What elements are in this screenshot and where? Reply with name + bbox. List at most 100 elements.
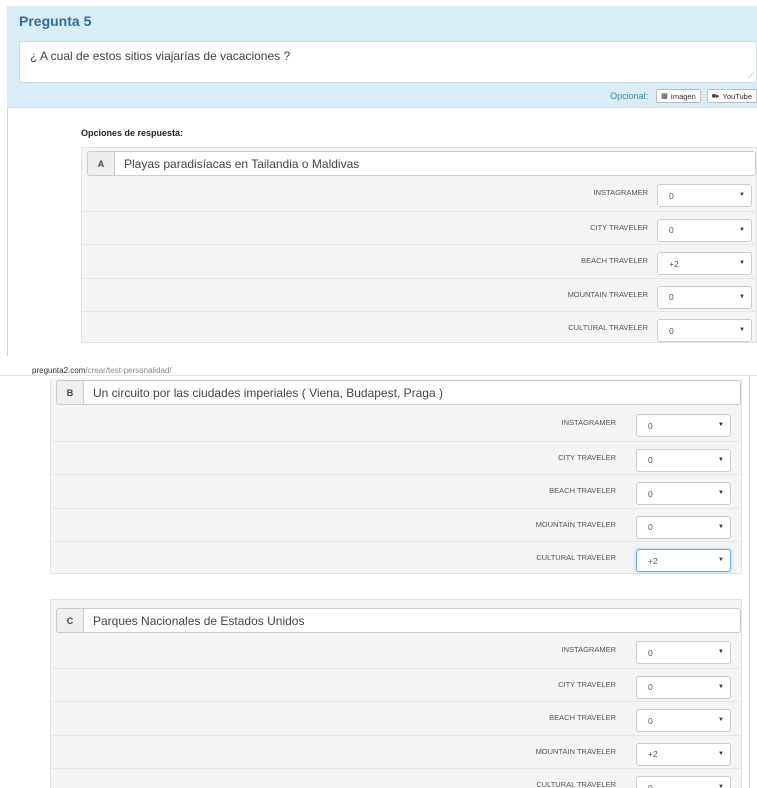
option-letter: C [56,608,83,633]
video-camera-icon: ■▸ [711,93,720,100]
question-header: Pregunta 5 ¿ A cual de estos sitios viaj… [7,6,757,108]
score-row-label: INSTAGRAMER [561,418,616,427]
score-select-value: 0 [669,325,674,336]
score-row-label: INSTAGRAMER [593,188,648,197]
score-row: BEACH TRAVELER 0 ▼ [51,701,741,734]
score-row-label: BEACH TRAVELER [581,256,648,265]
question-title: Pregunta 5 [19,13,92,29]
score-select-value: 0 [648,682,653,692]
option-text-field[interactable]: Un circuito por las ciudades imperiales … [83,380,741,405]
chevron-down-icon: ▼ [739,192,745,198]
score-select-value: 0 [648,455,653,465]
score-select[interactable]: 0 ▼ [636,709,731,732]
score-select[interactable]: 0 ▼ [657,319,752,342]
option-header: A Playas paradisíacas en Tailandia o Mald… [87,151,756,176]
score-row-label: INSTAGRAMER [561,645,616,654]
chevron-down-icon: ▼ [718,422,724,428]
score-row: CULTURAL TRAVELER 0 ▼ [82,311,756,344]
chevron-down-icon: ▼ [739,260,745,266]
score-row: BEACH TRAVELER 0 ▼ [51,474,741,507]
optional-media-row: Opcional: ▩ Imagen ■▸ YouTube [610,88,757,104]
score-row: CITY TRAVELER 0 ▼ [51,667,741,701]
score-select-value: 0 [648,420,653,431]
score-row: INSTAGRAMER 0 ▼ [51,634,741,667]
score-select-value: 0 [669,225,674,235]
question-editor-bottom: pregunta2.com/crear/test-personalidad/ B… [0,356,757,788]
chevron-down-icon: ▼ [718,523,724,530]
option-header: B Un circuito por las ciudades imperiales… [56,380,741,405]
browser-url-bar[interactable]: pregunta2.com/crear/test-personalidad/ [0,356,757,376]
score-select-value: 0 [648,488,653,499]
score-row: MOUNTAIN TRAVELER 0 ▼ [82,277,756,311]
score-row: BEACH TRAVELER +2 ▼ [82,244,756,277]
score-select[interactable]: 0 ▼ [636,448,731,472]
section-divider [7,108,8,356]
score-select[interactable]: 0 ▼ [636,776,731,788]
score-select-value: 0 [648,715,653,726]
score-row-label: CITY TRAVELER [558,452,616,462]
score-row-label: BEACH TRAVELER [549,713,616,722]
chevron-down-icon: ▼ [739,293,745,300]
score-select-value: +2 [669,258,679,269]
score-select-value: 0 [648,782,653,788]
chevron-down-icon: ▼ [718,750,724,757]
chevron-down-icon: ▼ [718,649,724,655]
add-image-button[interactable]: ▩ Imagen [656,89,701,103]
option-letter: A [87,151,114,176]
chevron-down-icon: ▼ [739,327,745,333]
score-row-label: CITY TRAVELER [558,679,616,689]
score-row-label: CULTURAL TRAVELER [536,553,616,562]
score-row: CITY TRAVELER 0 ▼ [51,440,741,474]
score-row-label: CULTURAL TRAVELER [568,323,648,332]
score-row-label: MOUNTAIN TRAVELER [535,519,616,529]
score-select[interactable]: 0 ▼ [657,218,752,242]
score-select[interactable]: 0 ▼ [636,515,731,539]
question-text-field[interactable]: ¿ A cual de estos sitios viajarías de va… [19,41,757,83]
answer-option-a: A Playas paradisíacas en Tailandia o Mald… [81,147,757,343]
question-editor-top: Pregunta 5 ¿ A cual de estos sitios viaj… [0,0,757,356]
score-row-label: BEACH TRAVELER [549,486,616,495]
option-letter: B [56,380,83,405]
score-select-value: 0 [648,647,653,658]
score-row-label: CULTURAL TRAVELER [536,780,616,788]
chevron-down-icon: ▼ [718,784,724,788]
add-youtube-button[interactable]: ■▸ YouTube [706,89,757,103]
chevron-down-icon: ▼ [718,456,724,463]
option-text-field[interactable]: Playas paradisíacas en Tailandia o Maldi… [114,151,756,176]
score-select-value: +2 [648,555,658,566]
image-icon: ▩ [661,93,668,100]
answer-option-c: C Parques Nacionales de Estados Unidos INS… [50,599,742,788]
score-row: CITY TRAVELER 0 ▼ [82,210,756,244]
question-text-value: ¿ A cual de estos sitios viajarías de va… [30,49,291,63]
option-text-field[interactable]: Parques Nacionales de Estados Unidos [83,608,741,633]
option-header: C Parques Nacionales de Estados Unidos [56,608,741,633]
url-path: /crear/test-personalidad/ [85,366,172,375]
score-row-label: MOUNTAIN TRAVELER [567,289,648,299]
score-row: MOUNTAIN TRAVELER +2 ▼ [51,734,741,768]
score-select[interactable]: +2 ▼ [636,742,731,766]
score-row: MOUNTAIN TRAVELER 0 ▼ [51,507,741,541]
score-select[interactable]: 0 ▼ [636,414,731,437]
score-row: CULTURAL TRAVELER 0 ▼ [51,768,741,788]
score-select-value: +2 [648,749,658,759]
score-row-label: MOUNTAIN TRAVELER [535,746,616,756]
chevron-down-icon: ▼ [718,683,724,690]
chevron-down-icon: ▼ [718,557,724,563]
score-select[interactable]: 0 ▼ [636,675,731,699]
add-image-label: Imagen [670,91,696,101]
score-select[interactable]: 0 ▼ [657,184,752,207]
url-domain: pregunta2.com [32,366,86,375]
score-select[interactable]: +2 ▼ [657,252,752,275]
score-row: INSTAGRAMER 0 ▼ [51,407,741,440]
score-select[interactable]: +2 ▼ [636,549,731,572]
answer-option-b: B Un circuito por las ciudades imperiales… [50,379,742,574]
score-select[interactable]: 0 ▼ [636,482,731,505]
chevron-down-icon: ▼ [718,490,724,496]
score-select[interactable]: 0 ▼ [657,285,752,309]
answers-title: Opciones de respuesta: [81,128,184,138]
score-row: CULTURAL TRAVELER +2 ▼ [51,541,741,574]
resize-grip-icon[interactable]: ⟋ [748,71,754,81]
add-youtube-label: YouTube [722,91,752,101]
score-select[interactable]: 0 ▼ [636,641,731,664]
chevron-down-icon: ▼ [718,717,724,723]
